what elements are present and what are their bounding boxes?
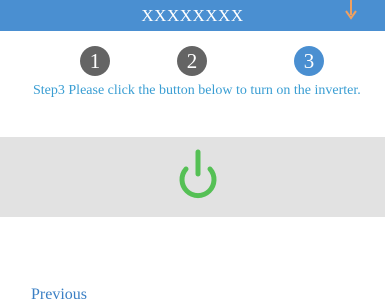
power-icon[interactable] xyxy=(169,149,227,205)
header-title: XXXXXXXX xyxy=(141,6,244,25)
previous-link[interactable]: Previous xyxy=(31,286,87,304)
header-bar: XXXXXXXX xyxy=(0,0,385,31)
step-3-indicator: 3 xyxy=(294,46,324,76)
instruction-text: Step3 Please click the button below to t… xyxy=(33,83,361,98)
step-1-indicator: 1 xyxy=(80,46,110,76)
step-2-indicator: 2 xyxy=(177,46,207,76)
down-arrow-icon xyxy=(345,0,357,20)
